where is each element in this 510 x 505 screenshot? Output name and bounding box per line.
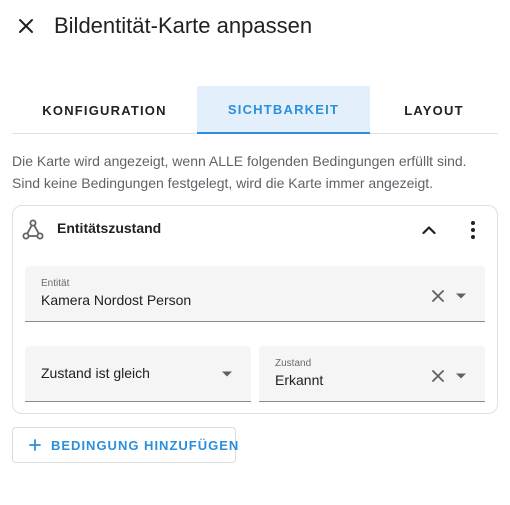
tab-bar: KONFIGURATION SICHTBARKEIT LAYOUT — [12, 86, 498, 134]
info-line-2: Sind keine Bedingungen festgelegt, wird … — [12, 175, 434, 191]
condition-mode-value: Zustand ist gleich — [41, 365, 150, 381]
tab-sichtbarkeit[interactable]: SICHTBARKEIT — [197, 86, 370, 134]
condition-icon — [22, 219, 44, 240]
state-clear-icon[interactable] — [429, 367, 447, 385]
dialog-title: Bildentität-Karte anpassen — [54, 13, 313, 38]
entity-field-value[interactable]: Kamera Nordost Person — [41, 292, 191, 308]
more-vertical-icon[interactable] — [470, 220, 476, 240]
entity-dropdown-icon[interactable] — [452, 287, 470, 305]
tab-konfiguration[interactable]: KONFIGURATION — [12, 86, 197, 134]
condition-menu-button[interactable] — [461, 218, 485, 242]
info-line-1: Die Karte wird angezeigt, wenn ALLE folg… — [12, 153, 467, 169]
condition-title: Entitätszustand — [57, 220, 162, 236]
close-button[interactable] — [12, 12, 40, 40]
entity-field[interactable]: Entität Kamera Nordost Person — [25, 266, 485, 322]
entity-clear-icon[interactable] — [429, 287, 447, 305]
add-condition-label: BEDINGUNG HINZUFÜGEN — [51, 437, 240, 453]
entity-field-label: Entität — [41, 278, 70, 289]
visibility-info-text: Die Karte wird angezeigt, wenn ALLE folg… — [12, 150, 502, 194]
chevron-up-icon[interactable] — [422, 225, 436, 235]
condition-card: Entitätszustand Entität Kamera Nordost P… — [12, 205, 498, 414]
close-icon[interactable] — [18, 18, 34, 34]
condition-card-header[interactable]: Entitätszustand — [13, 206, 497, 254]
state-field[interactable]: Zustand Erkannt — [259, 346, 485, 402]
add-condition-button[interactable]: BEDINGUNG HINZUFÜGEN — [12, 427, 240, 463]
state-field-label: Zustand — [275, 358, 312, 369]
state-dropdown-icon[interactable] — [452, 367, 470, 385]
chevron-down-icon[interactable] — [218, 365, 236, 383]
state-field-value[interactable]: Erkannt — [275, 372, 323, 388]
condition-mode-select[interactable]: Zustand ist gleich — [25, 346, 251, 402]
plus-icon — [29, 438, 41, 452]
tab-layout[interactable]: LAYOUT — [370, 86, 498, 134]
collapse-button[interactable] — [417, 218, 441, 242]
dialog-header: Bildentität-Karte anpassen — [0, 0, 510, 52]
